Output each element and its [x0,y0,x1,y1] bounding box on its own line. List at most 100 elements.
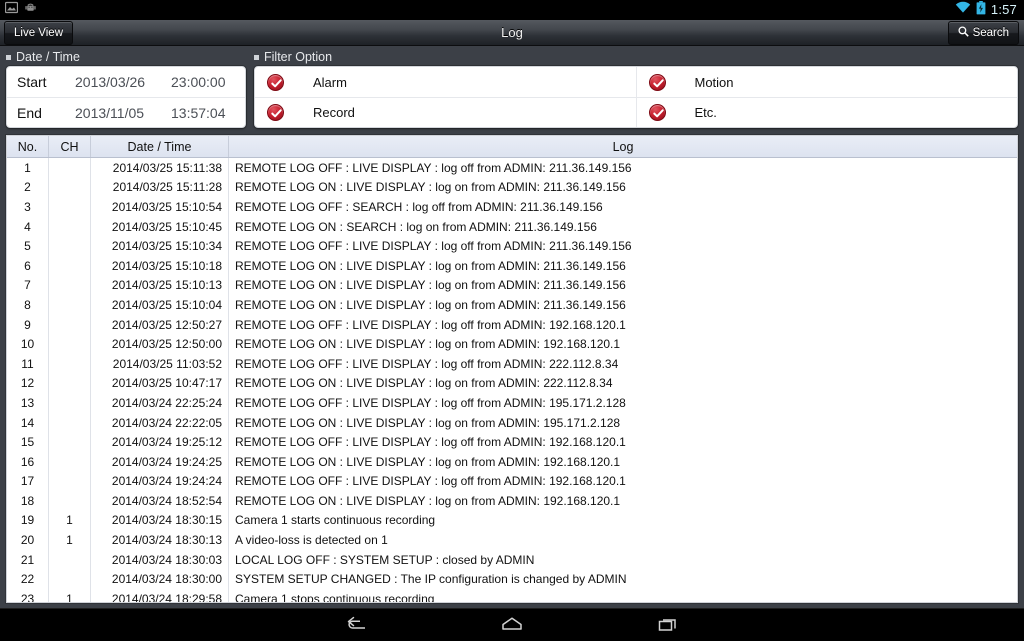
table-row[interactable]: 17 2014/03/24 19:24:24 REMOTE LOG OFF : LI… [7,471,1017,492]
table-row[interactable]: 8 2014/03/25 15:10:04 REMOTE LOG ON : LIVE… [7,295,1017,315]
log-cell-message: SYSTEM SETUP CHANGED : The IP configurat… [235,572,627,587]
log-cell-no: 10 [7,334,49,354]
filter-section-label: Filter Option [264,50,333,64]
log-cell-datetime: 2014/03/24 22:22:05 [91,412,229,433]
table-row[interactable]: 3 2014/03/25 15:10:54 REMOTE LOG OFF : SEA… [7,197,1017,217]
table-row[interactable]: 22 2014/03/24 18:30:00 SYSTEM SETUP CHANGE… [7,569,1017,590]
log-cell-message: REMOTE LOG OFF : LIVE DISPLAY : log off … [235,239,632,254]
log-cell-datetime: 2014/03/25 15:10:04 [91,295,229,315]
table-row[interactable]: 6 2014/03/25 15:10:18 REMOTE LOG ON : LIVE… [7,255,1017,276]
checked-icon[interactable] [648,73,666,91]
log-cell-message: REMOTE LOG OFF : LIVE DISPLAY : log off … [235,395,626,410]
log-cell-ch: 1 [49,589,91,602]
log-cell-no: 20 [7,530,49,550]
table-row[interactable]: 1 2014/03/25 15:11:38 REMOTE LOG OFF : LIV… [7,158,1017,178]
log-cell-ch [49,158,91,178]
log-cell-no: 5 [7,236,49,256]
table-row[interactable]: 15 2014/03/24 19:25:12 REMOTE LOG OFF : LI… [7,432,1017,452]
log-cell-no: 2 [7,177,49,198]
table-row[interactable]: 5 2014/03/25 15:10:34 REMOTE LOG OFF : LIV… [7,236,1017,256]
status-bar-system: 1:57 [955,0,1024,20]
log-cell-message: A video-loss is detected on 1 [235,533,388,548]
log-cell-datetime: 2014/03/24 18:30:13 [91,530,229,550]
filter-label-alarm: Alarm [313,74,347,90]
home-icon[interactable] [484,609,540,641]
log-cell-datetime: 2014/03/24 19:24:25 [91,451,229,472]
table-row[interactable]: 12 2014/03/25 10:47:17 REMOTE LOG ON : LIV… [7,373,1017,394]
log-cell-datetime: 2014/03/25 15:10:45 [91,216,229,237]
table-row[interactable]: 10 2014/03/25 12:50:00 REMOTE LOG ON : LIV… [7,334,1017,354]
table-row[interactable]: 2 2014/03/25 15:11:28 REMOTE LOG ON : LIVE… [7,177,1017,198]
column-header-no[interactable]: No. [7,136,49,157]
table-row[interactable]: 23 1 2014/03/24 18:29:58 Camera 1 stops con… [7,589,1017,603]
table-row[interactable]: 20 1 2014/03/24 18:30:13 A video-loss is de… [7,530,1017,550]
log-cell-ch [49,451,91,472]
table-row[interactable]: 4 2014/03/25 15:10:45 REMOTE LOG ON : SEAR… [7,216,1017,237]
table-row[interactable]: 18 2014/03/24 18:52:54 REMOTE LOG ON : LIV… [7,491,1017,511]
table-row[interactable]: 11 2014/03/25 11:03:52 REMOTE LOG OFF : LI… [7,353,1017,374]
log-cell-no: 15 [7,432,49,452]
back-icon[interactable] [328,609,384,641]
checked-icon[interactable] [648,104,666,121]
datetime-start-row[interactable]: Start 2013/03/26 23:00:00 [7,67,245,97]
table-row[interactable]: 9 2014/03/25 12:50:27 REMOTE LOG OFF : LIV… [7,314,1017,335]
filter-row-record[interactable]: Record [255,97,636,127]
log-cell-ch [49,295,91,315]
log-cell-ch [49,549,91,570]
android-robot-icon [24,1,37,19]
filter-row-motion[interactable]: Motion [637,67,1018,97]
log-cell-ch [49,491,91,511]
log-table-body[interactable]: 1 2014/03/25 15:11:38 REMOTE LOG OFF : LIV… [7,158,1017,603]
log-cell-no: 17 [7,471,49,492]
column-header-datetime[interactable]: Date / Time [91,136,229,157]
log-cell-message: Camera 1 stops continuous recording [235,591,435,603]
log-cell-datetime: 2014/03/25 12:50:00 [91,334,229,354]
checked-icon[interactable] [267,104,284,121]
log-cell-message: REMOTE LOG ON : LIVE DISPLAY : log on fr… [235,258,626,273]
bullet-icon [6,54,11,60]
log-table[interactable]: No. CH Date / Time Log 1 2014/03/25 15:11… [6,135,1018,603]
table-row[interactable]: 16 2014/03/24 19:24:25 REMOTE LOG ON : LIV… [7,451,1017,472]
filter-row-alarm[interactable]: Alarm [255,67,636,97]
filter-option-panel: Alarm Record Motion Etc. [254,66,1018,128]
log-cell-datetime: 2014/03/24 18:30:03 [91,549,229,570]
bullet-icon [254,54,259,60]
app-content: Date / Time Filter Option Start 2013/03/… [0,46,1024,608]
log-cell-message: REMOTE LOG ON : LIVE DISPLAY : log on fr… [235,337,621,352]
log-cell-datetime: 2014/03/25 11:03:52 [91,353,229,374]
datetime-end-row[interactable]: End 2013/11/05 13:57:04 [7,97,245,127]
column-header-ch[interactable]: CH [49,136,91,157]
filter-label-motion: Motion [694,74,734,90]
log-cell-ch [49,216,91,237]
log-cell-ch: 1 [49,530,91,550]
table-row[interactable]: 7 2014/03/25 15:10:13 REMOTE LOG ON : LIVE… [7,275,1017,296]
log-cell-no: 9 [7,314,49,335]
log-cell-message: REMOTE LOG ON : LIVE DISPLAY : log on fr… [235,415,621,430]
android-navigation-bar [0,608,1024,640]
column-header-log[interactable]: Log [229,136,1017,157]
log-cell-message: REMOTE LOG ON : LIVE DISPLAY : log on fr… [235,454,621,469]
live-view-button[interactable]: Live View [4,21,74,45]
table-row[interactable]: 13 2014/03/24 22:25:24 REMOTE LOG OFF : LI… [7,393,1017,413]
log-cell-no: 18 [7,491,49,511]
android-status-bar: 1:57 [0,0,1024,20]
log-cell-no: 13 [7,393,49,413]
log-cell-message: LOCAL LOG OFF : SYSTEM SETUP : closed by… [235,552,535,567]
filter-row-etc[interactable]: Etc. [636,97,1017,127]
log-cell-message: REMOTE LOG ON : LIVE DISPLAY : log on fr… [235,180,626,195]
log-cell-no: 11 [7,353,49,374]
filter-column-right: Motion Etc. [635,67,1018,127]
table-row[interactable]: 21 2014/03/24 18:30:03 LOCAL LOG OFF : SYS… [7,549,1017,570]
log-cell-datetime: 2014/03/25 15:10:34 [91,236,229,256]
recent-apps-icon[interactable] [640,609,696,641]
log-table-header: No. CH Date / Time Log [7,136,1017,158]
log-cell-message: REMOTE LOG ON : LIVE DISPLAY : log on fr… [235,493,621,508]
log-cell-ch [49,236,91,256]
table-row[interactable]: 19 1 2014/03/24 18:30:15 Camera 1 starts co… [7,510,1017,531]
search-button[interactable]: Search [947,21,1019,45]
status-bar-clock: 1:57 [990,2,1017,17]
datetime-section-label: Date / Time [16,50,80,64]
checked-icon[interactable] [267,73,284,91]
table-row[interactable]: 14 2014/03/24 22:22:05 REMOTE LOG ON : LIV… [7,412,1017,433]
datetime-section-header: Date / Time [6,48,80,66]
